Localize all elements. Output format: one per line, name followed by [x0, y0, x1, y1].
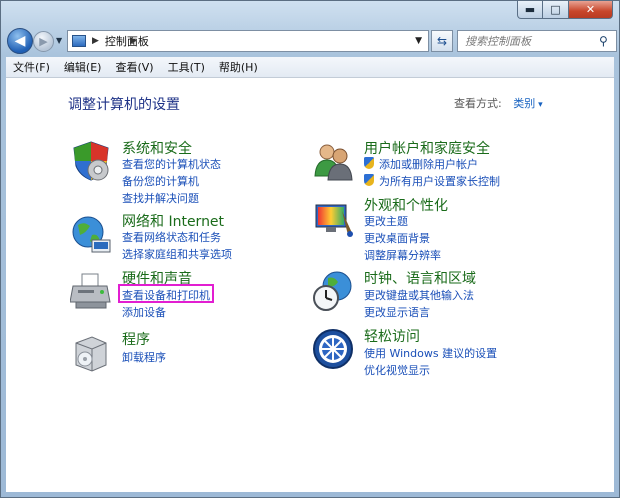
category-heading[interactable]: 系统和安全 — [122, 138, 192, 158]
link-view-computer-status[interactable]: 查看您的计算机状态 — [122, 156, 221, 172]
link-uninstall-program[interactable]: 卸载程序 — [122, 349, 166, 365]
menu-bar: 文件(F) 编辑(E) 查看(V) 工具(T) 帮助(H) — [6, 57, 614, 78]
view-by-label: 查看方式: — [454, 97, 502, 110]
chevron-right-icon[interactable]: ▶ — [92, 36, 99, 46]
users-icon[interactable] — [312, 140, 354, 182]
search-box[interactable]: ⚲ — [457, 30, 617, 52]
menu-help[interactable]: 帮助(H) — [212, 59, 265, 75]
link-change-theme[interactable]: 更改主题 — [364, 213, 408, 229]
view-by-dropdown[interactable]: 类别 — [513, 97, 542, 110]
category-heading[interactable]: 网络和 Internet — [122, 211, 224, 231]
link-network-status[interactable]: 查看网络状态和任务 — [122, 229, 221, 245]
network-globe-icon[interactable] — [70, 213, 112, 255]
recent-pages-dropdown-icon[interactable]: ▼ — [56, 36, 62, 45]
refresh-icon: ⇆ — [436, 34, 448, 48]
link-backup-computer[interactable]: 备份您的计算机 — [122, 173, 199, 189]
close-button[interactable]: ✕ — [569, 1, 613, 19]
printer-icon[interactable] — [70, 270, 112, 312]
link-add-remove-accounts[interactable]: 添加或删除用户帐户 — [364, 156, 478, 172]
category-heading[interactable]: 轻松访问 — [364, 326, 420, 346]
program-box-icon[interactable] — [70, 331, 112, 373]
caption-buttons: ▬ □ ✕ — [517, 1, 613, 19]
link-windows-suggested-settings[interactable]: 使用 Windows 建议的设置 — [364, 345, 497, 361]
address-bar[interactable]: ▶ 控制面板 ▶ ▼ — [67, 30, 429, 52]
view-by: 查看方式: 类别 — [454, 95, 543, 111]
link-homegroup-sharing[interactable]: 选择家庭组和共享选项 — [122, 246, 232, 262]
clock-globe-icon[interactable] — [312, 270, 354, 312]
category-heading[interactable]: 时钟、语言和区域 — [364, 268, 476, 288]
control-panel-icon — [72, 35, 86, 47]
link-parental-controls[interactable]: 为所有用户设置家长控制 — [364, 173, 500, 189]
search-icon[interactable]: ⚲ — [599, 34, 608, 48]
chevron-right-icon[interactable]: ▶ — [130, 36, 137, 46]
link-troubleshoot[interactable]: 查找并解决问题 — [122, 190, 199, 206]
forward-button[interactable]: ▶ — [33, 31, 54, 52]
back-button[interactable]: ◀ — [7, 28, 33, 54]
display-paint-icon[interactable] — [312, 197, 354, 239]
search-input[interactable] — [463, 33, 597, 49]
category-heading[interactable]: 用户帐户和家庭安全 — [364, 138, 490, 158]
shield-icon[interactable] — [70, 140, 112, 182]
link-optimize-visual-display[interactable]: 优化视觉显示 — [364, 362, 430, 378]
breadcrumb-control-panel[interactable]: 控制面板 — [105, 33, 415, 49]
control-panel-window: ▬ □ ✕ ◀ ▶ ▼ ▶ 控制面板 ▶ ▼ ⇆ ⚲ 文件(F) 编辑(E) 查… — [0, 0, 620, 498]
ease-of-access-icon[interactable] — [312, 328, 354, 370]
content-area: 调整计算机的设置 查看方式: 类别 系统和安全 查看您的计算机状态 备份您的计算… — [6, 78, 614, 492]
maximize-button[interactable]: □ — [543, 1, 569, 19]
link-add-device[interactable]: 添加设备 — [122, 304, 166, 320]
navigation-bar: ◀ ▶ ▼ ▶ 控制面板 ▶ ▼ ⇆ ⚲ — [7, 28, 617, 54]
menu-tools[interactable]: 工具(T) — [161, 59, 212, 75]
minimize-button[interactable]: ▬ — [517, 1, 543, 19]
link-display-language[interactable]: 更改显示语言 — [364, 304, 430, 320]
highlight-box — [118, 284, 214, 303]
refresh-button[interactable]: ⇆ — [431, 30, 453, 52]
menu-view[interactable]: 查看(V) — [108, 59, 160, 75]
link-screen-resolution[interactable]: 调整屏幕分辨率 — [364, 247, 441, 263]
menu-file[interactable]: 文件(F) — [6, 59, 57, 75]
address-dropdown-icon[interactable]: ▼ — [415, 36, 422, 46]
link-keyboard-input[interactable]: 更改键盘或其他输入法 — [364, 287, 474, 303]
category-heading[interactable]: 外观和个性化 — [364, 195, 448, 215]
menu-edit[interactable]: 编辑(E) — [57, 59, 109, 75]
category-heading[interactable]: 程序 — [122, 329, 150, 349]
link-desktop-background[interactable]: 更改桌面背景 — [364, 230, 430, 246]
page-title: 调整计算机的设置 — [68, 97, 180, 113]
